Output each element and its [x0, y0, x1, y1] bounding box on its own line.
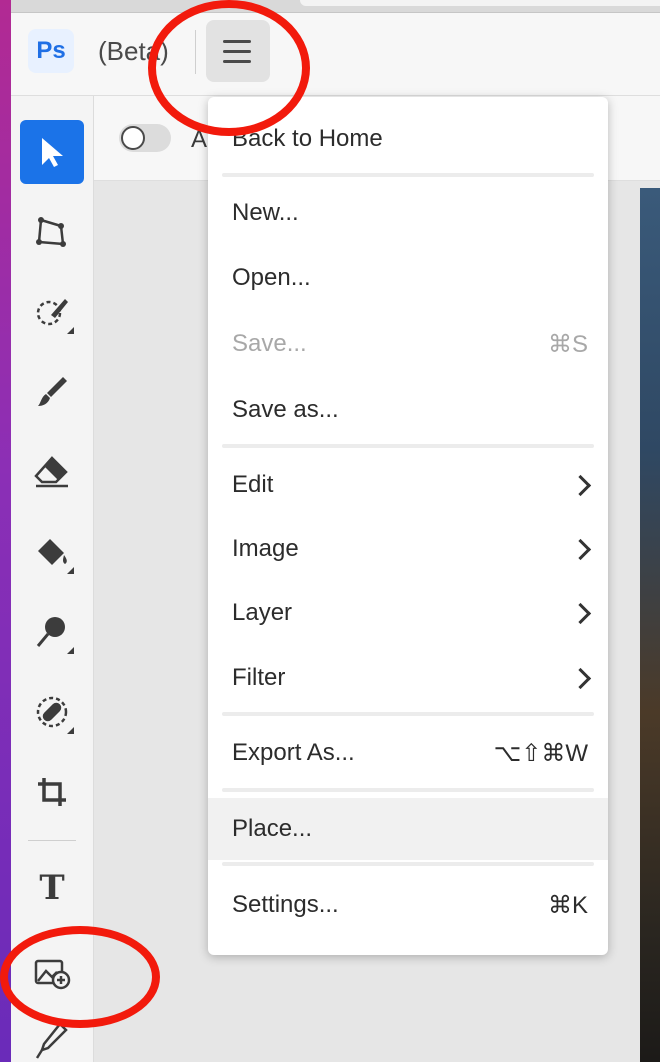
menu-item-image[interactable]: Image [208, 518, 608, 580]
chevron-right-icon [569, 474, 592, 496]
selection-tool-button[interactable] [20, 280, 84, 344]
brush-icon [38, 377, 67, 406]
menu-item-label: Save... [232, 330, 307, 357]
dodge-tool-button[interactable] [20, 600, 84, 664]
chevron-right-icon [569, 602, 592, 624]
menu-item-label: New... [232, 199, 299, 226]
polygon-lasso-icon [36, 217, 66, 247]
move-tool-button[interactable] [20, 120, 84, 184]
photoshop-logo: Ps [28, 29, 74, 73]
flyout-indicator [67, 647, 74, 654]
menu-item-label: Settings... [232, 891, 339, 918]
flyout-indicator [67, 727, 74, 734]
dodge-icon [36, 617, 65, 647]
shortcut-label: ⌥⇧⌘W [493, 739, 588, 767]
desktop-background-strip [0, 0, 11, 1062]
brush-tool-button[interactable] [20, 360, 84, 424]
healing-bandage-icon [36, 696, 68, 728]
menu-item-filter[interactable]: Filter [208, 647, 608, 709]
chevron-right-icon [569, 667, 592, 689]
menu-separator [222, 712, 594, 716]
menu-item-place[interactable]: Place... [208, 798, 608, 860]
chevron-right-icon [569, 538, 592, 560]
menu-item-label: Image [232, 535, 299, 562]
menu-item-label: Open... [232, 264, 311, 291]
menu-item-label: Filter [232, 664, 286, 691]
menu-item-save: Save... ⌘S [208, 313, 608, 375]
annotation-circle-menu [148, 0, 310, 136]
menu-item-label: Export As... [232, 739, 355, 766]
quick-selection-icon [36, 299, 68, 326]
browser-tab-edge [300, 0, 660, 6]
type-tool-button[interactable]: T [20, 856, 84, 920]
menu-separator [222, 173, 594, 177]
menu-item-label: Place... [232, 815, 313, 842]
type-icon: T [39, 868, 65, 908]
shortcut-label: ⌘K [547, 891, 588, 919]
eraser-icon [34, 456, 68, 488]
menu-item-label: Save as... [232, 396, 339, 423]
menu-item-label: Edit [232, 471, 274, 498]
menu-separator [222, 788, 594, 792]
paint-bucket-icon [38, 539, 67, 565]
menu-item-label: Layer [232, 599, 293, 626]
menu-item-new[interactable]: New... [208, 182, 608, 244]
toggle-knob [121, 126, 145, 150]
menu-item-edit[interactable]: Edit [208, 454, 608, 516]
menu-separator [222, 862, 594, 866]
menu-separator [222, 444, 594, 448]
crop-tool-button[interactable] [20, 760, 84, 824]
canvas-image [640, 188, 660, 1062]
annotation-circle-place-tool [0, 926, 160, 1028]
menu-item-save-as[interactable]: Save as... [208, 379, 608, 441]
menu-item-open[interactable]: Open... [208, 247, 608, 309]
menu-item-layer[interactable]: Layer [208, 582, 608, 644]
eraser-tool-button[interactable] [20, 440, 84, 504]
menu-item-settings[interactable]: Settings... ⌘K [208, 874, 608, 936]
flyout-indicator [67, 567, 74, 574]
toolbar-divider [28, 840, 76, 841]
crop-icon [38, 778, 66, 806]
shortcut-label: ⌘S [547, 330, 588, 358]
move-select-icon [42, 138, 63, 167]
lasso-tool-button[interactable] [20, 200, 84, 264]
healing-tool-button[interactable] [20, 680, 84, 744]
menu-item-export-as[interactable]: Export As... ⌥⇧⌘W [208, 722, 608, 784]
fill-tool-button[interactable] [20, 520, 84, 584]
flyout-indicator [67, 327, 74, 334]
